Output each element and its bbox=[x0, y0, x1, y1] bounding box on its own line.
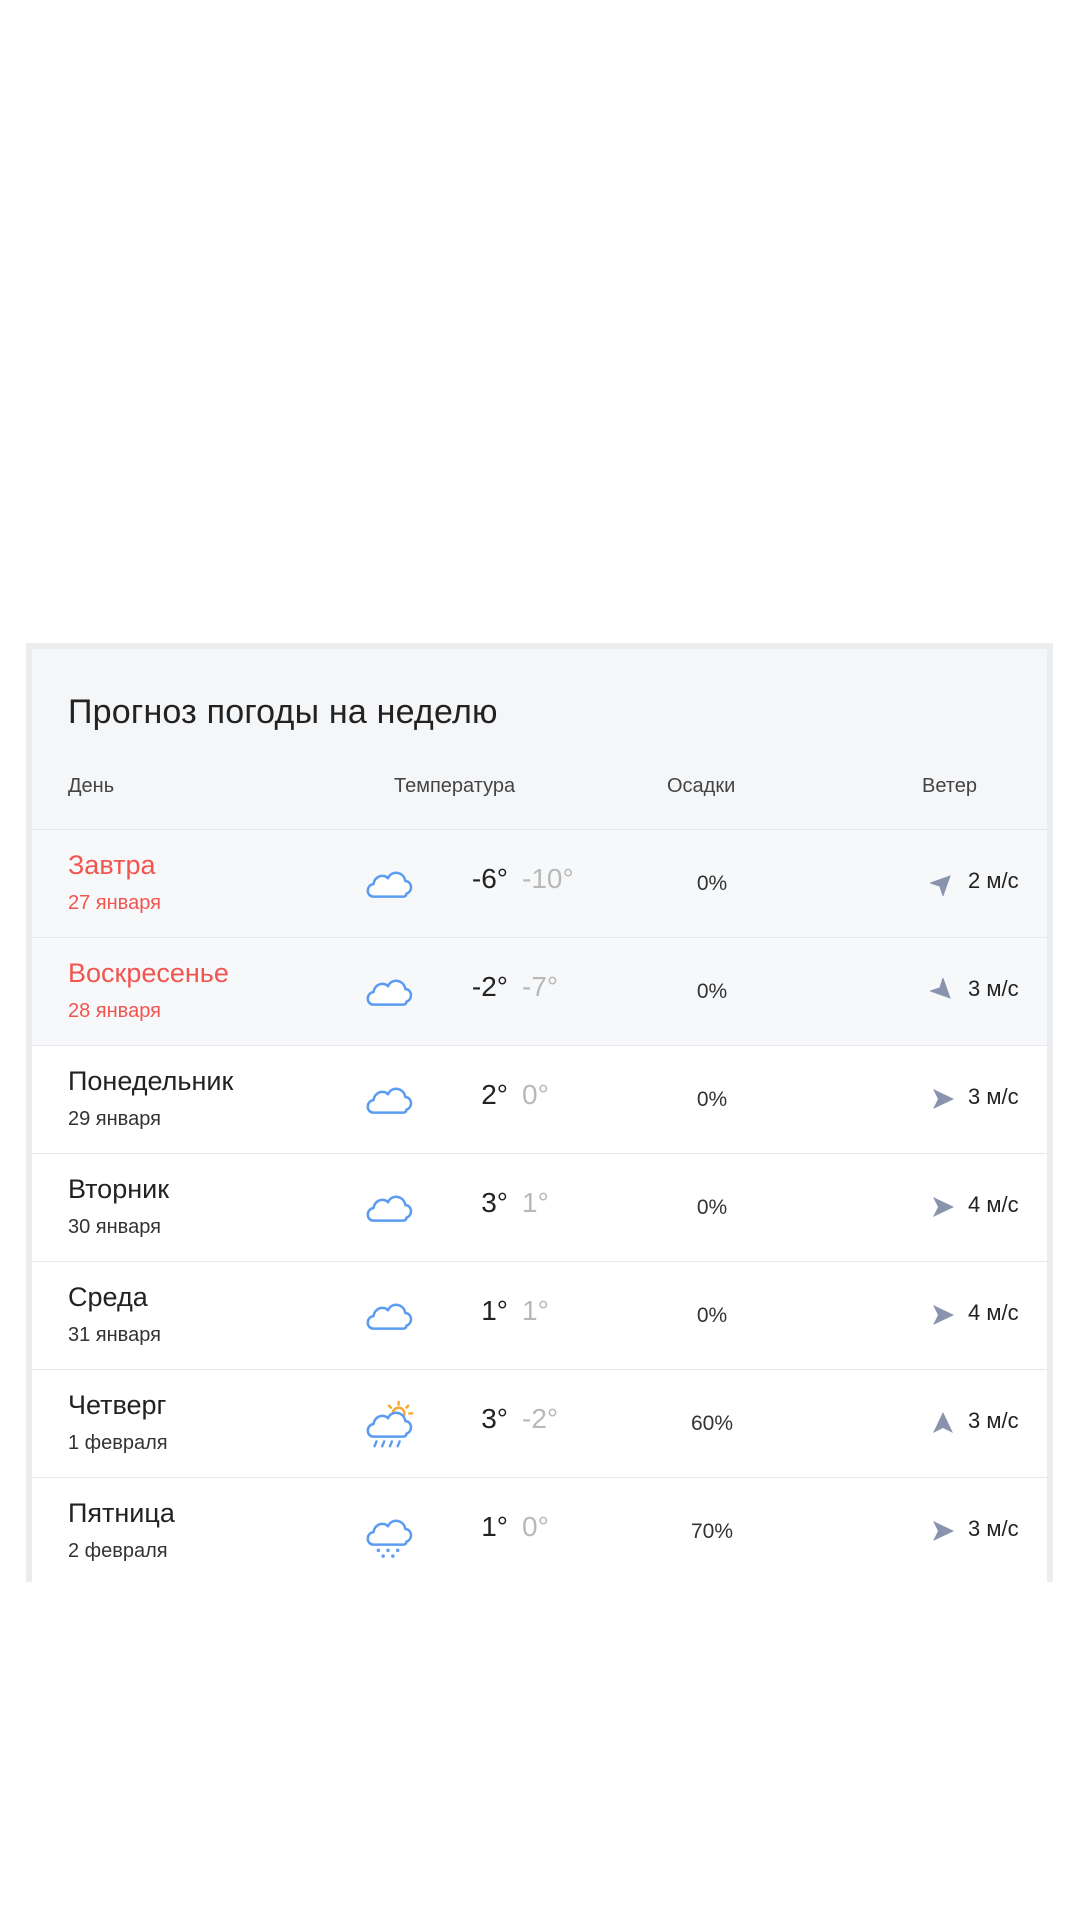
day-name: Пятница bbox=[68, 1498, 175, 1528]
wind-speed: 3 м/с bbox=[968, 1516, 1019, 1541]
temperature-max: -2° bbox=[471, 971, 508, 1002]
temperature-min: -10° bbox=[522, 863, 574, 894]
temperature-min: 0° bbox=[522, 1079, 549, 1110]
day-date: 2 февраля bbox=[68, 1540, 168, 1562]
temperature-max: 1° bbox=[481, 1511, 508, 1542]
wind-direction-icon bbox=[930, 1518, 956, 1544]
column-header-temperature: Температура bbox=[394, 775, 516, 797]
precipitation-value: 0% bbox=[696, 1304, 728, 1327]
precipitation-value: 60% bbox=[690, 1412, 734, 1435]
temperature-max: 3° bbox=[481, 1403, 508, 1434]
weekly-forecast-card: Прогноз погоды на неделю День Температур… bbox=[26, 643, 1053, 1585]
wind-direction-icon bbox=[930, 1194, 956, 1220]
forecast-row-3[interactable]: Понедельник 29 января 2° 0° 0% 3 м/с bbox=[32, 1046, 1047, 1154]
forecast-rows: Завтра 27 января -6° -10° 0% 2 м/с Воскр… bbox=[32, 830, 1047, 1585]
day-date: 1 февраля bbox=[68, 1432, 168, 1454]
temperature-min: 1° bbox=[522, 1187, 549, 1218]
wind-direction-icon bbox=[930, 1086, 956, 1112]
column-header-wind: Ветер bbox=[922, 775, 977, 797]
day-date: 27 января bbox=[68, 892, 161, 914]
wind-speed: 3 м/с bbox=[968, 1408, 1019, 1433]
cloud-icon bbox=[362, 966, 416, 1020]
temperature-min: -7° bbox=[522, 971, 559, 1002]
column-header-precipitation: Осадки bbox=[667, 775, 736, 797]
wind-direction-icon bbox=[930, 1302, 956, 1328]
day-name: Среда bbox=[68, 1282, 148, 1312]
temperature-min: -2° bbox=[522, 1403, 559, 1434]
temperature-max: -6° bbox=[471, 863, 508, 894]
day-name: Воскресенье bbox=[68, 958, 229, 988]
wind-speed: 3 м/с bbox=[968, 1084, 1019, 1109]
cloud-snow-icon bbox=[362, 1506, 416, 1560]
day-name: Четверг bbox=[68, 1390, 167, 1420]
wind-direction-icon bbox=[928, 976, 956, 1004]
column-header-day: День bbox=[68, 775, 115, 797]
precipitation-value: 0% bbox=[696, 1088, 728, 1111]
cloud-icon bbox=[362, 1182, 416, 1236]
wind-speed: 4 м/с bbox=[968, 1300, 1019, 1325]
wind-speed: 2 м/с bbox=[968, 868, 1019, 893]
precipitation-value: 0% bbox=[696, 1196, 728, 1219]
precipitation-value: 0% bbox=[696, 980, 728, 1003]
day-name: Вторник bbox=[68, 1174, 170, 1204]
forecast-row-4[interactable]: Вторник 30 января 3° 1° 0% 4 м/с bbox=[32, 1154, 1047, 1262]
precipitation-value: 0% bbox=[696, 872, 728, 895]
cloud-icon bbox=[362, 858, 416, 912]
temperature-max: 3° bbox=[481, 1187, 508, 1218]
day-date: 30 января bbox=[68, 1216, 161, 1238]
sun-cloud-rain-icon bbox=[362, 1398, 416, 1452]
wind-direction-icon bbox=[928, 870, 956, 898]
day-name: Завтра bbox=[68, 850, 156, 880]
wind-direction-icon bbox=[930, 1410, 956, 1436]
forecast-row-7[interactable]: Пятница 2 февраля 1° 0° 70% 3 м/с bbox=[32, 1478, 1047, 1585]
forecast-row-2[interactable]: Воскресенье 28 января -2° -7° 0% 3 м/с bbox=[32, 938, 1047, 1046]
day-date: 28 января bbox=[68, 1000, 161, 1022]
wind-speed: 4 м/с bbox=[968, 1192, 1019, 1217]
cloud-icon bbox=[362, 1290, 416, 1344]
day-date: 29 января bbox=[68, 1108, 161, 1130]
temperature-min: 0° bbox=[522, 1511, 549, 1542]
precipitation-value: 70% bbox=[690, 1520, 734, 1543]
temperature-min: 1° bbox=[522, 1295, 549, 1326]
wind-speed: 3 м/с bbox=[968, 976, 1019, 1001]
forecast-header: Прогноз погоды на неделю День Температур… bbox=[32, 649, 1047, 830]
page-title: Прогноз погоды на неделю bbox=[68, 693, 498, 731]
cloud-icon bbox=[362, 1074, 416, 1128]
temperature-max: 2° bbox=[481, 1079, 508, 1110]
day-name: Понедельник bbox=[68, 1066, 234, 1096]
forecast-row-1[interactable]: Завтра 27 января -6° -10° 0% 2 м/с bbox=[32, 830, 1047, 938]
day-date: 31 января bbox=[68, 1324, 161, 1346]
forecast-row-6[interactable]: Четверг 1 февраля 3° -2° 60% 3 м/с bbox=[32, 1370, 1047, 1478]
temperature-max: 1° bbox=[481, 1295, 508, 1326]
forecast-row-5[interactable]: Среда 31 января 1° 1° 0% 4 м/с bbox=[32, 1262, 1047, 1370]
